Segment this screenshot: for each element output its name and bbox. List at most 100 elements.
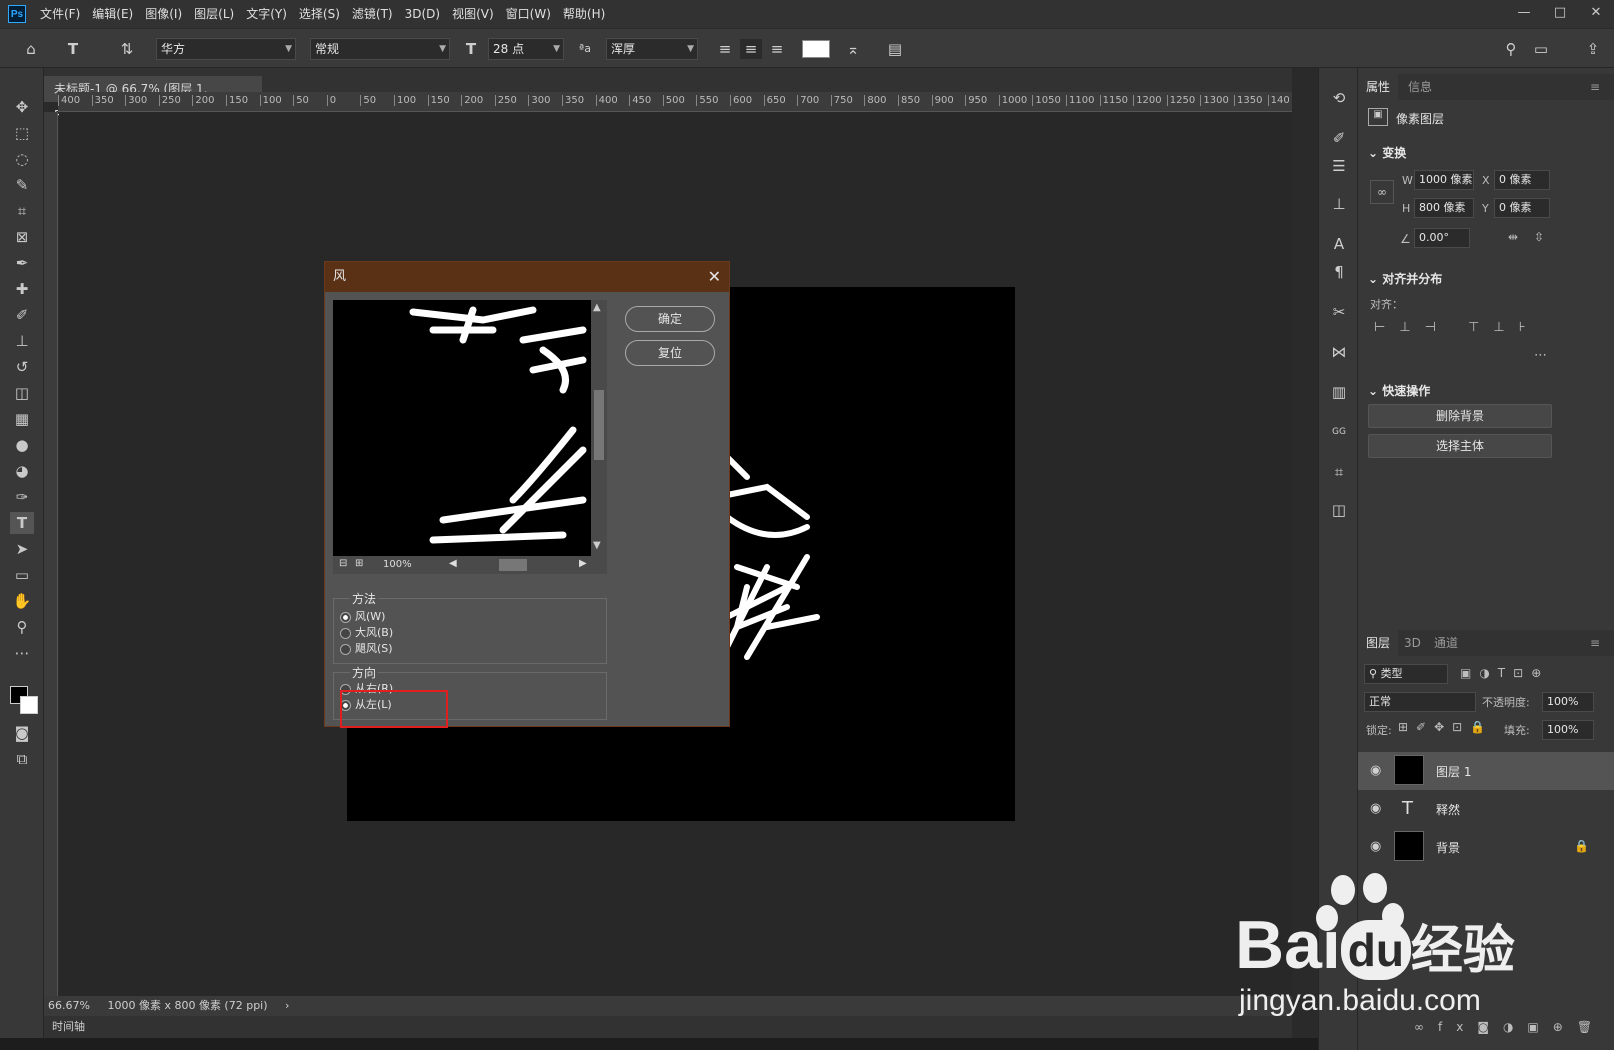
histogram-icon[interactable]: ▥: [1327, 380, 1351, 404]
hand-tool-icon[interactable]: ✋: [10, 590, 34, 612]
status-menu-arrow-icon[interactable]: ›: [271, 999, 289, 1012]
scroll-right-icon[interactable]: ▶: [579, 558, 587, 569]
crop-panel-icon[interactable]: ⌗: [1327, 460, 1351, 484]
filter-preview[interactable]: [333, 300, 591, 556]
link-icon[interactable]: ∞: [1370, 180, 1394, 204]
layer-row-2[interactable]: ◉ T 释然: [1358, 790, 1614, 828]
navigator-icon[interactable]: ◫: [1327, 498, 1351, 522]
remove-background-button[interactable]: 删除背景: [1368, 404, 1552, 428]
eyedropper-tool-icon[interactable]: ✒: [10, 252, 34, 274]
tools-preset-icon[interactable]: ✂: [1327, 300, 1351, 324]
toggle-text-orientation-icon[interactable]: ⇅: [116, 39, 138, 59]
radio-stagger[interactable]: 飓风(S): [340, 641, 393, 657]
layer-row-3[interactable]: ◉ 背景 🔒: [1358, 828, 1614, 866]
minimize-button[interactable]: —: [1506, 0, 1542, 24]
blend-mode-select[interactable]: 正常: [1364, 692, 1476, 712]
character-panel-icon[interactable]: ▤: [884, 39, 906, 59]
layer-filter-select[interactable]: ⚲ 类型: [1364, 664, 1448, 684]
visibility-eye-icon[interactable]: ◉: [1370, 839, 1381, 854]
type-tool-icon[interactable]: T: [10, 512, 34, 534]
close-dialog-icon[interactable]: ✕: [708, 262, 721, 292]
layer-filter-icons[interactable]: ▣◑T⊡⊕: [1460, 666, 1549, 680]
warp-text-icon[interactable]: ⌅: [842, 39, 864, 59]
healing-brush-tool-icon[interactable]: ✚: [10, 278, 34, 300]
preview-vertical-scrollbar[interactable]: ▲ ▼: [591, 300, 607, 556]
zoom-in-icon[interactable]: ⊞: [355, 558, 363, 569]
shape-tool-icon[interactable]: ▭: [10, 564, 34, 586]
align-left-icon[interactable]: ≡: [714, 39, 736, 59]
tab-3d[interactable]: 3D: [1404, 630, 1421, 656]
width-field[interactable]: 1000 像素: [1414, 170, 1474, 190]
antialias-select[interactable]: 浑厚 ▼: [606, 38, 698, 60]
more-options-icon[interactable]: ⋯: [1534, 348, 1547, 363]
blur-tool-icon[interactable]: ●: [10, 434, 34, 456]
more-tools-icon[interactable]: ⋯: [10, 642, 34, 664]
tab-properties[interactable]: 属性: [1358, 74, 1399, 100]
visibility-eye-icon[interactable]: ◉: [1370, 763, 1381, 778]
scroll-left-icon[interactable]: ◀: [449, 558, 457, 569]
zoom-out-icon[interactable]: ⊟: [339, 558, 347, 569]
font-style-select[interactable]: 常规 ▼: [310, 38, 450, 60]
screen-mode-icon[interactable]: ⧉: [10, 748, 34, 770]
timeline-tab[interactable]: 时间轴: [44, 1020, 85, 1033]
paragraph-icon[interactable]: ¶: [1327, 260, 1351, 284]
adjustments-icon[interactable]: ☰: [1327, 154, 1351, 178]
align-buttons-row[interactable]: ⊢⊥⊣ ⊤⊥⊦: [1374, 320, 1540, 335]
radio-wind[interactable]: 风(W): [340, 609, 385, 625]
reset-button[interactable]: 复位: [625, 340, 715, 366]
share-icon[interactable]: ⇪: [1582, 39, 1604, 59]
menu-edit[interactable]: 编辑(E): [86, 0, 139, 28]
frame-tool-icon[interactable]: ⊠: [10, 226, 34, 248]
text-color-swatch[interactable]: [802, 40, 830, 58]
panel-menu-icon[interactable]: ≡: [1590, 74, 1600, 100]
quick-actions-title[interactable]: ⌄ 快速操作: [1368, 382, 1430, 399]
eraser-tool-icon[interactable]: ◫: [10, 382, 34, 404]
quick-select-tool-icon[interactable]: ✎: [10, 174, 34, 196]
x-field[interactable]: 0 像素: [1494, 170, 1550, 190]
brush-tool-icon[interactable]: ✐: [10, 304, 34, 326]
preview-zoom-value[interactable]: 100%: [383, 559, 412, 570]
clone-stamp-tool-icon[interactable]: ⊥: [10, 330, 34, 352]
align-center-icon[interactable]: ≡: [740, 39, 762, 59]
menu-help[interactable]: 帮助(H): [557, 0, 611, 28]
scroll-up-icon[interactable]: ▲: [593, 302, 601, 313]
layers-menu-icon[interactable]: ≡: [1590, 630, 1600, 656]
flip-horizontal-icon[interactable]: ⇹: [1508, 230, 1518, 244]
menu-select[interactable]: 选择(S): [293, 0, 346, 28]
lock-icons[interactable]: ⊞✐✥⊡🔒: [1398, 720, 1493, 734]
menu-layer[interactable]: 图层(L): [188, 0, 240, 28]
libraries-icon[interactable]: GG: [1327, 420, 1351, 444]
ok-button[interactable]: 确定: [625, 306, 715, 332]
clone-source-icon[interactable]: ⊥: [1327, 192, 1351, 216]
flip-vertical-icon[interactable]: ⇳: [1534, 230, 1544, 244]
quick-mask-icon[interactable]: ◙: [10, 722, 34, 744]
menu-image[interactable]: 图像(I): [139, 0, 188, 28]
history-brush-tool-icon[interactable]: ↺: [10, 356, 34, 378]
workspace-icon[interactable]: ▭: [1530, 39, 1552, 59]
tab-info[interactable]: 信息: [1408, 74, 1432, 100]
height-field[interactable]: 800 像素: [1414, 198, 1474, 218]
layers-footer-icons[interactable]: ∞fx◙◑▣⊕🗑: [1414, 1020, 1606, 1034]
tab-layers[interactable]: 图层: [1358, 630, 1399, 656]
visibility-eye-icon[interactable]: ◉: [1370, 801, 1381, 816]
align-section-title[interactable]: ⌄ 对齐并分布: [1368, 270, 1442, 287]
restore-button[interactable]: □: [1542, 0, 1578, 24]
dodge-tool-icon[interactable]: ◕: [10, 460, 34, 482]
background-color-swatch[interactable]: [20, 696, 38, 714]
angle-field[interactable]: 0.00°: [1414, 228, 1470, 248]
search-icon[interactable]: ⚲: [1500, 39, 1522, 59]
menu-window[interactable]: 窗口(W): [500, 0, 557, 28]
gradient-tool-icon[interactable]: ▦: [10, 408, 34, 430]
scroll-thumb[interactable]: [594, 390, 604, 460]
align-right-icon[interactable]: ≡: [766, 39, 788, 59]
zoom-tool-icon[interactable]: ⚲: [10, 616, 34, 638]
font-family-select[interactable]: 华方 ▼: [156, 38, 296, 60]
glyphs-icon[interactable]: ⋈: [1327, 340, 1351, 364]
font-size-select[interactable]: 28 点 ▼: [488, 38, 564, 60]
layer-row-1[interactable]: ◉ 图层 1: [1358, 752, 1614, 790]
menu-type[interactable]: 文字(Y): [240, 0, 293, 28]
menu-file[interactable]: 文件(F): [34, 0, 86, 28]
scroll-down-icon[interactable]: ▼: [593, 540, 601, 551]
opacity-field[interactable]: 100%: [1542, 692, 1594, 712]
history-panel-icon[interactable]: ⟲: [1327, 86, 1351, 110]
